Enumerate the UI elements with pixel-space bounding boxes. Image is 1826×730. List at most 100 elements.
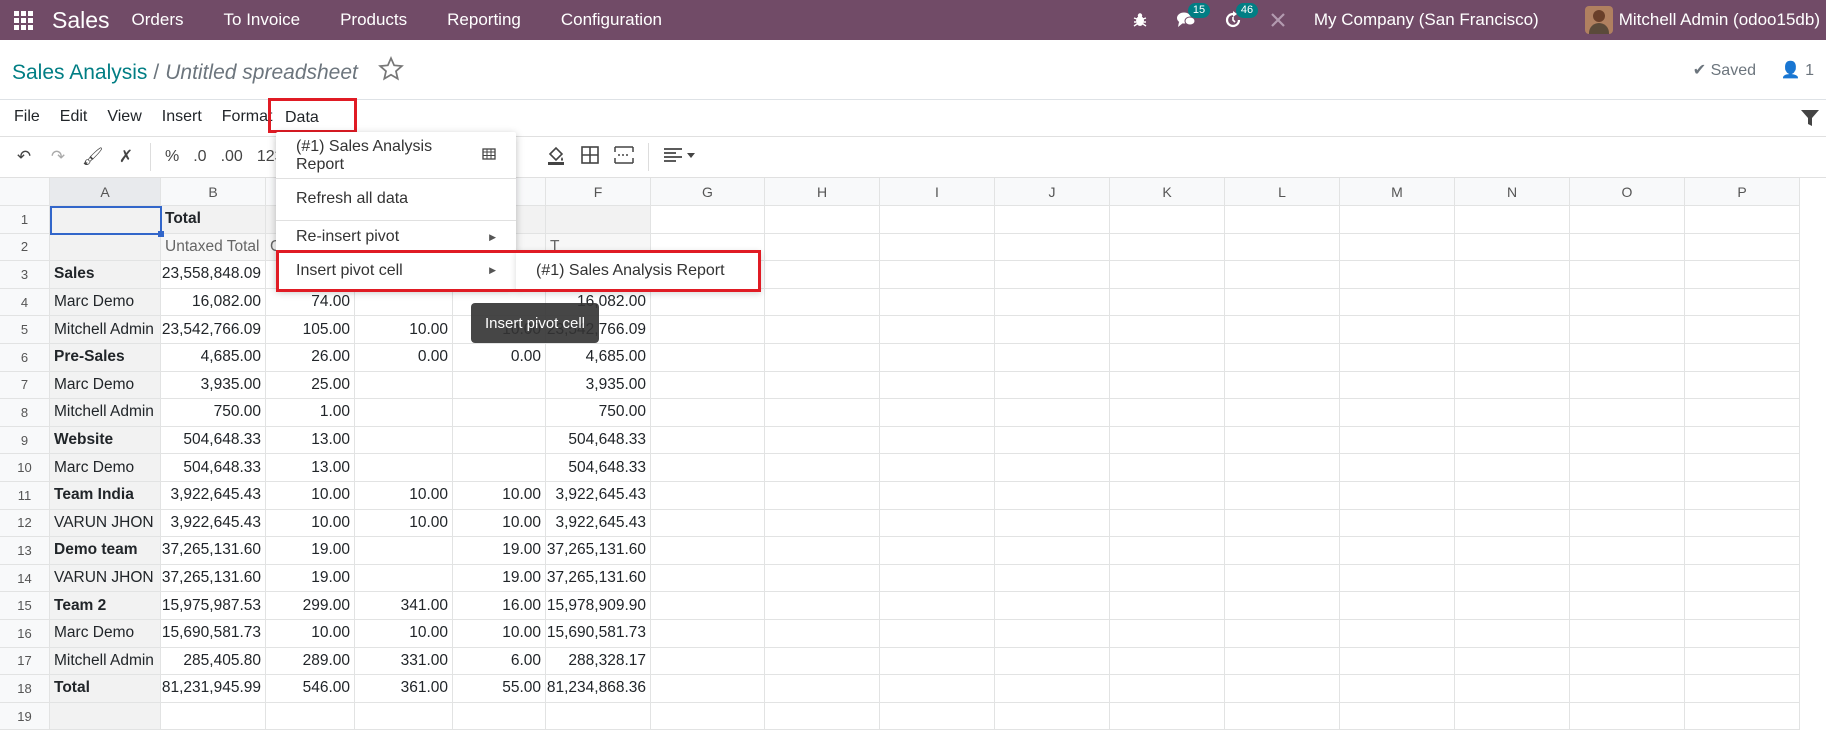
grid-cell[interactable]: Mitchell Admin (50, 399, 161, 427)
grid-cell[interactable]: Total (161, 206, 266, 234)
grid-cell[interactable] (1570, 371, 1685, 400)
row-header[interactable]: 15 (0, 592, 50, 620)
grid-cell[interactable]: 289.00 (266, 647, 355, 676)
grid-cell[interactable] (1225, 344, 1340, 372)
redo-icon[interactable]: ↷ (48, 147, 68, 167)
grid-cell[interactable] (1340, 509, 1455, 538)
grid-cell[interactable] (1225, 482, 1340, 510)
grid-cell[interactable] (1685, 288, 1800, 317)
grid-cell[interactable]: 10.00 (355, 620, 453, 648)
grid-cell[interactable] (1455, 620, 1570, 648)
grid-cell[interactable] (880, 288, 995, 317)
grid-cell[interactable] (1110, 426, 1225, 455)
grid-cell[interactable] (453, 702, 546, 730)
grid-cell[interactable]: 504,648.33 (546, 426, 651, 455)
grid-cell[interactable] (1685, 620, 1800, 648)
grid-cell[interactable]: 10.00 (355, 482, 453, 510)
grid-cell[interactable] (1570, 454, 1685, 482)
grid-cell[interactable] (1225, 206, 1340, 234)
grid-cell[interactable] (1455, 316, 1570, 344)
grid-cell[interactable] (1340, 399, 1455, 427)
grid-cell[interactable] (651, 426, 765, 455)
grid-cell[interactable] (1685, 647, 1800, 676)
grid-cell[interactable] (355, 399, 453, 427)
grid-cell[interactable] (1225, 509, 1340, 538)
borders-icon[interactable] (580, 145, 600, 169)
grid-cell[interactable]: 10.00 (266, 509, 355, 538)
grid-cell[interactable]: Marc Demo (50, 454, 161, 482)
grid-cell[interactable] (1455, 675, 1570, 703)
grid-cell[interactable] (1340, 344, 1455, 372)
grid-cell[interactable] (1340, 592, 1455, 620)
messages-icon[interactable]: 15 (1176, 3, 1211, 29)
menu-item-pivot-report[interactable]: (#1) Sales Analysis Report (276, 136, 516, 176)
grid-cell[interactable]: 37,265,131.60 (161, 537, 266, 565)
grid-cell[interactable] (765, 482, 880, 510)
grid-cell[interactable]: 3,935.00 (161, 371, 266, 400)
row-header[interactable]: 8 (0, 399, 50, 427)
grid-cell[interactable]: 55.00 (453, 675, 546, 703)
grid-cell[interactable]: 331.00 (355, 647, 453, 676)
grid-cell[interactable]: 750.00 (546, 399, 651, 427)
row-header[interactable]: 9 (0, 426, 50, 455)
column-header[interactable]: A (50, 178, 161, 206)
grid-cell[interactable] (355, 454, 453, 482)
grid-cell[interactable]: Marc Demo (50, 371, 161, 400)
grid-cell[interactable]: 10.00 (453, 620, 546, 648)
grid-corner[interactable] (0, 178, 50, 206)
row-header[interactable]: 11 (0, 482, 50, 510)
grid-cell[interactable] (880, 344, 995, 372)
increase-decimal-button[interactable]: .00 (221, 148, 243, 166)
grid-cell[interactable] (1225, 702, 1340, 730)
grid-cell[interactable] (880, 233, 995, 262)
grid-cell[interactable] (1340, 647, 1455, 676)
grid-cell[interactable] (995, 675, 1110, 703)
grid-cell[interactable] (880, 592, 995, 620)
grid-cell[interactable] (1225, 537, 1340, 565)
grid-cell[interactable] (1685, 261, 1800, 289)
grid-cell[interactable] (1340, 261, 1455, 289)
row-header[interactable]: 4 (0, 288, 50, 317)
grid-cell[interactable] (651, 592, 765, 620)
grid-cell[interactable] (651, 344, 765, 372)
grid-cell[interactable] (995, 564, 1110, 593)
column-header[interactable]: N (1455, 178, 1570, 206)
grid-cell[interactable] (880, 482, 995, 510)
grid-cell[interactable] (765, 288, 880, 317)
grid-cell[interactable]: 0.00 (453, 344, 546, 372)
grid-cell[interactable] (1340, 371, 1455, 400)
grid-cell[interactable] (1455, 233, 1570, 262)
grid-cell[interactable]: Mitchell Admin (50, 316, 161, 344)
grid-cell[interactable] (1570, 316, 1685, 344)
grid-cell[interactable] (453, 454, 546, 482)
grid-cell[interactable] (1685, 564, 1800, 593)
grid-cell[interactable] (651, 371, 765, 400)
menu-to-invoice[interactable]: To Invoice (224, 10, 301, 30)
grid-cell[interactable] (1455, 371, 1570, 400)
grid-cell[interactable] (1455, 344, 1570, 372)
grid-cell[interactable] (1225, 233, 1340, 262)
grid-cell[interactable] (1570, 592, 1685, 620)
grid-cell[interactable]: 15,978,909.90 (546, 592, 651, 620)
grid-cell[interactable]: 37,265,131.60 (546, 564, 651, 593)
grid-cell[interactable] (765, 592, 880, 620)
grid-cell[interactable] (1570, 537, 1685, 565)
grid-cell[interactable]: Pre-Sales (50, 344, 161, 372)
grid-cell[interactable]: 10.00 (453, 482, 546, 510)
grid-cell[interactable] (1110, 371, 1225, 400)
grid-cell[interactable] (1685, 675, 1800, 703)
grid-cell[interactable]: 10.00 (266, 482, 355, 510)
menu-configuration[interactable]: Configuration (561, 10, 662, 30)
grid-cell[interactable] (651, 647, 765, 676)
grid-cell[interactable]: Website (50, 426, 161, 455)
grid-cell[interactable]: 3,935.00 (546, 371, 651, 400)
menu-insert[interactable]: Insert (154, 108, 210, 126)
grid-cell[interactable] (765, 371, 880, 400)
decrease-decimal-button[interactable]: .0 (193, 148, 206, 166)
company-switcher[interactable]: My Company (San Francisco) (1314, 10, 1539, 30)
user-avatar[interactable] (1584, 6, 1613, 34)
grid-cell[interactable] (880, 509, 995, 538)
percent-format-button[interactable]: % (165, 148, 179, 166)
grid-cell[interactable]: 19.00 (453, 537, 546, 565)
column-header[interactable]: B (161, 178, 266, 206)
